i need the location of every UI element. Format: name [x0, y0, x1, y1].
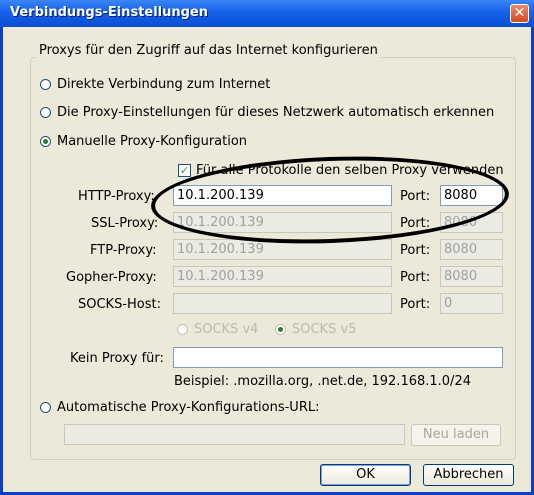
- radio-auto-detect[interactable]: Die Proxy-Einstellungen für dieses Netzw…: [40, 105, 494, 120]
- close-button[interactable]: ✕: [510, 4, 529, 23]
- radio-auto-url-label: Automatische Proxy-Konfigurations-URL:: [57, 400, 320, 415]
- ssl-port-label: Port:: [400, 216, 431, 231]
- auto-url-input[interactable]: [64, 424, 405, 445]
- radio-icon: [40, 79, 51, 90]
- socks-port-input[interactable]: 0: [440, 293, 503, 314]
- ftp-proxy-label: FTP-Proxy:: [90, 243, 157, 258]
- radio-socks-v5[interactable]: SOCKS v5: [275, 322, 356, 337]
- gopher-proxy-input[interactable]: 10.1.200.139: [173, 266, 392, 287]
- http-proxy-input[interactable]: 10.1.200.139: [173, 185, 392, 206]
- same-proxy-checkbox[interactable]: ✓: [178, 164, 191, 177]
- radio-manual[interactable]: Manuelle Proxy-Konfiguration: [40, 134, 247, 149]
- ssl-port-input[interactable]: 8080: [440, 212, 503, 233]
- no-proxy-label: Kein Proxy für:: [70, 351, 164, 366]
- radio-socks-v4[interactable]: SOCKS v4: [177, 322, 258, 337]
- window-title: Verbindungs-Einstellungen: [10, 5, 209, 20]
- socks-v5-label: SOCKS v5: [292, 322, 357, 337]
- socks-host-label: SOCKS-Host:: [78, 297, 162, 312]
- socks-host-input[interactable]: [173, 293, 392, 314]
- socks-v4-label: SOCKS v4: [194, 322, 259, 337]
- radio-icon: [40, 402, 51, 413]
- radio-manual-label: Manuelle Proxy-Konfiguration: [57, 134, 248, 149]
- radio-checked-icon: [275, 324, 286, 335]
- ok-button[interactable]: OK: [320, 464, 411, 486]
- same-proxy-label: Für alle Protokolle den selben Proxy ver…: [196, 163, 504, 178]
- connection-settings-dialog: Verbindungs-Einstellungen ✕ Proxys für d…: [0, 0, 534, 495]
- radio-icon: [177, 324, 188, 335]
- http-port-input[interactable]: 8080: [440, 185, 503, 206]
- radio-auto-detect-label: Die Proxy-Einstellungen für dieses Netzw…: [57, 105, 495, 120]
- gopher-port-input[interactable]: 8080: [440, 266, 503, 287]
- no-proxy-input[interactable]: [173, 347, 503, 368]
- dialog-body: Proxys für den Zugriff auf das Internet …: [3, 27, 531, 492]
- radio-direct[interactable]: Direkte Verbindung zum Internet: [40, 77, 270, 92]
- radio-icon: [40, 107, 51, 118]
- radio-auto-url[interactable]: Automatische Proxy-Konfigurations-URL:: [40, 400, 319, 415]
- radio-checked-icon: [40, 136, 51, 147]
- http-port-label: Port:: [400, 189, 431, 204]
- no-proxy-example: Beispiel: .mozilla.org, .net.de, 192.168…: [174, 374, 471, 389]
- ssl-proxy-input[interactable]: 10.1.200.139: [173, 212, 392, 233]
- socks-port-label: Port:: [400, 297, 431, 312]
- gopher-proxy-label: Gopher-Proxy:: [66, 270, 157, 285]
- group-legend: Proxys für den Zugriff auf das Internet …: [36, 43, 381, 58]
- ftp-port-label: Port:: [400, 243, 431, 258]
- ssl-proxy-label: SSL-Proxy:: [91, 216, 159, 231]
- ftp-port-input[interactable]: 8080: [440, 239, 503, 260]
- http-proxy-label: HTTP-Proxy:: [78, 189, 155, 204]
- gopher-port-label: Port:: [400, 270, 431, 285]
- ftp-proxy-input[interactable]: 10.1.200.139: [173, 239, 392, 260]
- radio-direct-label: Direkte Verbindung zum Internet: [57, 77, 271, 92]
- cancel-button[interactable]: Abbrechen: [423, 464, 514, 486]
- title-bar: Verbindungs-Einstellungen ✕: [0, 0, 534, 27]
- reload-button[interactable]: Neu laden: [411, 424, 501, 446]
